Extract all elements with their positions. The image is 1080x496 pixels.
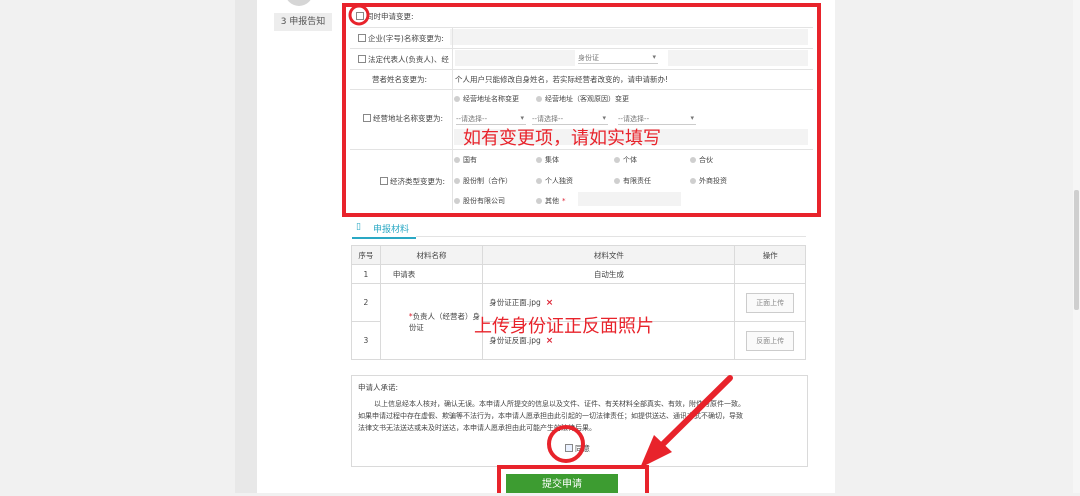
highlight-circle-agree [547,425,585,463]
annotation-overlay [348,4,733,468]
scrollbar-thumb[interactable] [1074,190,1079,310]
pointer-arrow-shaft [657,375,733,450]
highlight-circle-checkbox [348,4,370,26]
